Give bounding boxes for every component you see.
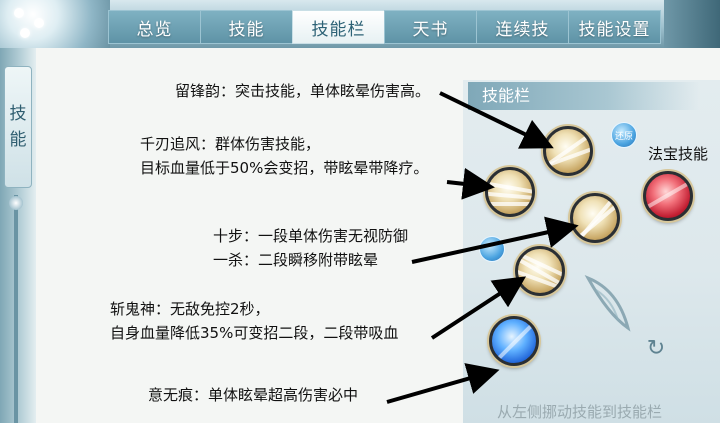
pointer-arrow (439, 91, 554, 149)
pointer-arrow (446, 167, 495, 200)
pointer-arrow (386, 363, 500, 404)
annotation-arrows (386, 91, 579, 404)
pointer-arrow (411, 216, 579, 264)
pointer-arrow (430, 276, 527, 340)
